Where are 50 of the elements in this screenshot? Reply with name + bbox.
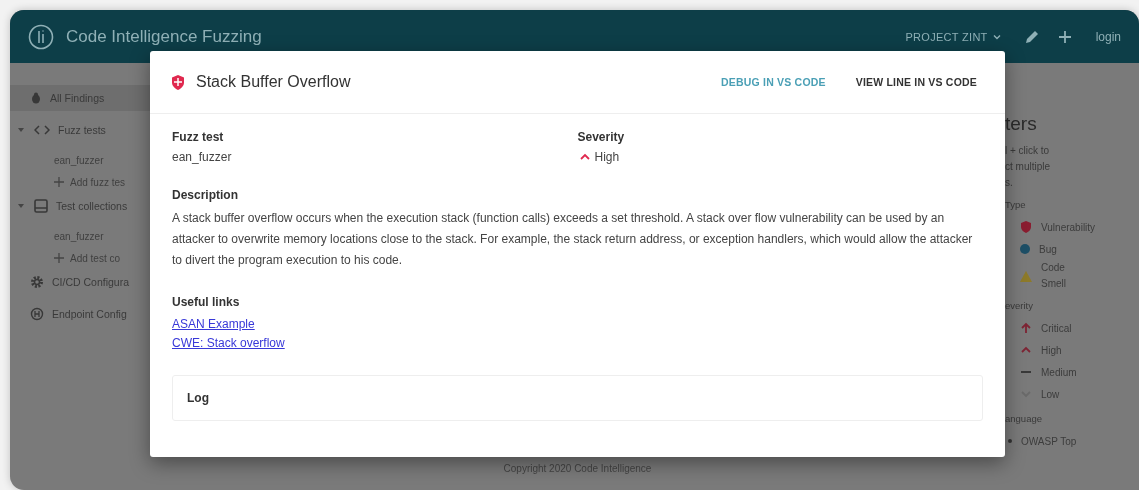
field-value: High (594, 150, 620, 164)
plus-icon[interactable] (1057, 29, 1072, 44)
dialog-title: Stack Buffer Overflow (196, 73, 352, 91)
caret-icon (18, 202, 24, 209)
pencil-icon[interactable] (1023, 28, 1040, 45)
shield-icon (1019, 220, 1033, 234)
filter-option[interactable]: Critical (1005, 317, 1139, 339)
filter-option[interactable]: Low (1005, 383, 1139, 405)
filter-option[interactable]: Code Smell (1005, 260, 1139, 292)
section-label: Useful links (172, 295, 241, 309)
section-label: Description (172, 188, 239, 202)
sidebar-item[interactable]: Endpoint Config (10, 301, 150, 327)
plus-icon (54, 177, 64, 187)
settings-icon (30, 275, 44, 289)
warning-icon (1019, 269, 1033, 283)
code-icon (34, 125, 50, 135)
plus-icon (54, 253, 64, 263)
filter-option[interactable]: OWASP Top (1005, 430, 1139, 452)
sidebar-item[interactable]: Test collections (10, 193, 150, 219)
tray-icon (34, 199, 48, 213)
logo-icon (28, 23, 54, 50)
sidebar-item[interactable]: CI/CD Configura (10, 269, 150, 295)
login-button[interactable]: login (1089, 28, 1127, 45)
action-button[interactable]: DEBUG IN VS CODE (711, 70, 836, 94)
arrow-up-icon (1019, 321, 1033, 335)
sidebar-item[interactable]: Fuzz tests (10, 117, 150, 143)
field-label: Fuzz test (172, 130, 225, 144)
filter-group-label: anguage (1005, 413, 1043, 424)
link[interactable]: CWE: Stack overflow (172, 334, 285, 353)
description-text: A stack buffer overflow occurs when the execution stack (function calls) exceeds a set threshold. A stack over flow vulnerability can be used by an attacker to overwrite memory locations close to the stack. For example, the stack return address, or exception handlers, which would allow the attacker to divert the program execution to his code. (172, 210, 974, 269)
filter-option[interactable]: Bug (1005, 238, 1139, 260)
caret-icon (18, 126, 24, 133)
sidebar-subitem[interactable]: ean_fuzzer (10, 149, 150, 171)
field-label: Severity (577, 130, 626, 144)
filter-option[interactable]: Medium (1005, 361, 1139, 383)
shield-icon (170, 73, 186, 91)
add-item-link[interactable]: Add fuzz tes (10, 171, 150, 193)
filter-option[interactable]: High (1005, 339, 1139, 361)
sidebar-subitem[interactable]: ean_fuzzer (10, 225, 150, 247)
app-title: Code Intelligence Fuzzing (66, 26, 263, 47)
action-button[interactable]: VIEW LINE IN VS CODE (845, 70, 987, 94)
bullet-icon (1007, 438, 1013, 444)
link[interactable]: ASAN Example (172, 315, 255, 334)
field-value: ean_fuzzer (172, 150, 232, 164)
filter-option[interactable]: Vulnerability (1005, 216, 1139, 238)
panel-title: ters (1005, 113, 1038, 135)
endpoint-icon (30, 307, 44, 321)
filter-group-label: everity (1005, 300, 1034, 311)
project-dropdown[interactable]: PROJECT ZINT (901, 26, 1006, 47)
log-panel[interactable]: Log (172, 375, 983, 421)
